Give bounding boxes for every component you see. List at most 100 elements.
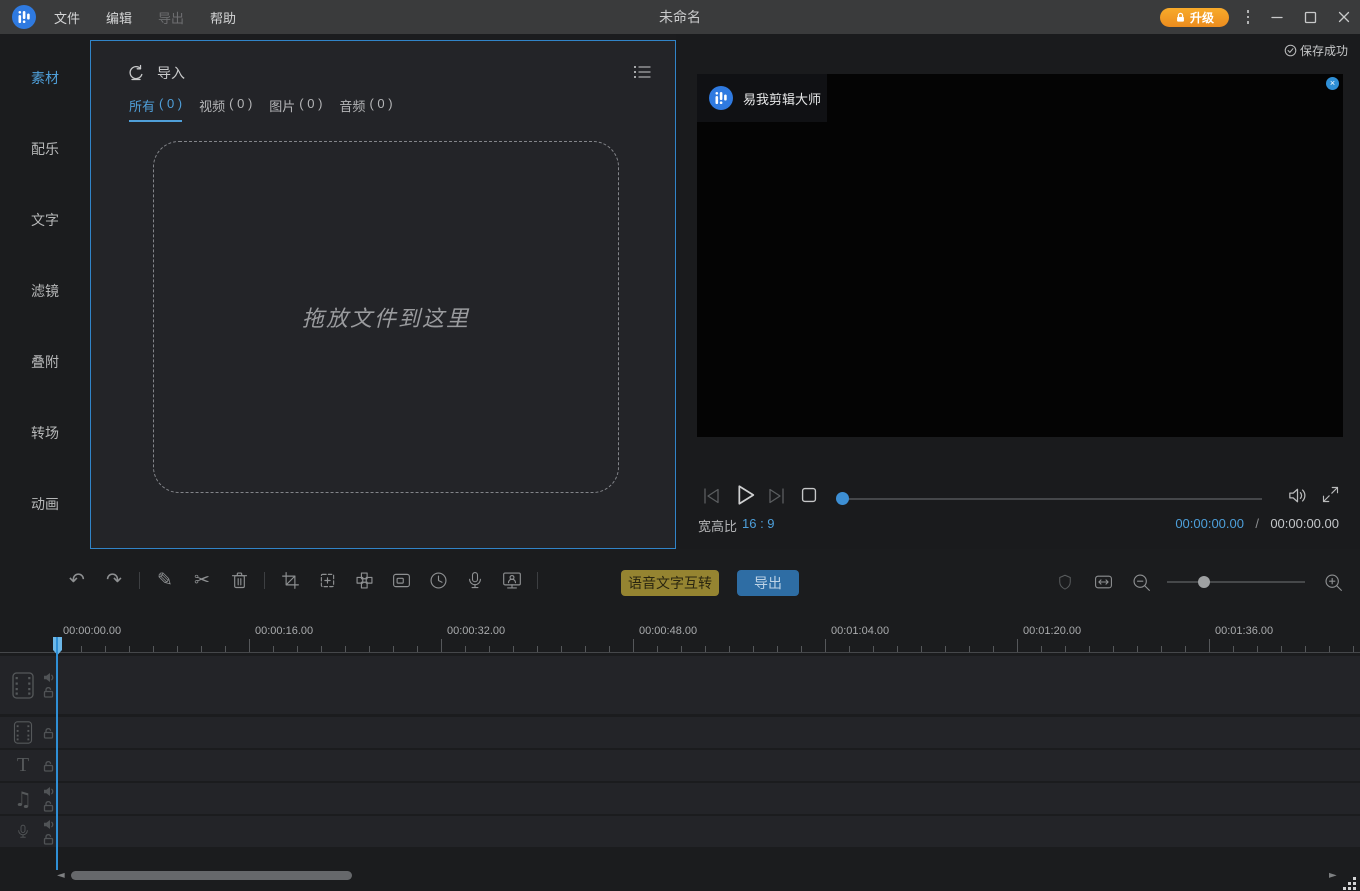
track-volume-icon[interactable] — [43, 672, 55, 683]
text-track[interactable]: T — [0, 750, 1360, 781]
tab-image[interactable]: 图片( 0 ) — [269, 96, 322, 122]
duration-clock-icon[interactable] — [426, 568, 450, 592]
track-lock-icon[interactable] — [43, 833, 54, 845]
close-button[interactable] — [1332, 6, 1356, 28]
export-button[interactable]: 导出 — [737, 570, 799, 596]
total-timecode: 00:00:00.00 — [1270, 516, 1339, 531]
zoom-frame-icon[interactable] — [315, 568, 339, 592]
track-lock-icon[interactable] — [43, 760, 54, 772]
tab-all[interactable]: 所有( 0 ) — [129, 96, 182, 122]
timeline-zoom-slider[interactable] — [1167, 581, 1305, 583]
voiceover-track-head — [10, 816, 56, 847]
playback-controls — [676, 476, 1360, 516]
ruler-label: 00:01:20.00 — [1023, 625, 1081, 637]
track-lock-icon[interactable] — [43, 686, 54, 698]
seek-handle[interactable] — [836, 492, 849, 505]
redo-icon[interactable]: ↷ — [102, 568, 126, 592]
text-track-head: T — [10, 750, 56, 781]
delete-trash-icon[interactable] — [227, 568, 251, 592]
file-dropzone[interactable]: 拖放文件到这里 — [153, 141, 619, 493]
scroll-left-icon[interactable]: ◄ — [57, 870, 65, 881]
film-icon — [10, 721, 36, 744]
cut-scissors-icon[interactable]: ✂ — [190, 568, 214, 592]
timecode-separator: / — [1255, 516, 1259, 531]
watermark: 易我剪辑大师 — [697, 74, 827, 122]
zoom-in-icon[interactable] — [1321, 570, 1345, 594]
fullscreen-icon[interactable] — [1320, 484, 1341, 505]
menu-help[interactable]: 帮助 — [204, 6, 242, 29]
volume-icon[interactable] — [1286, 484, 1309, 507]
toolbar-separator — [264, 572, 265, 589]
scroll-right-icon[interactable]: ► — [1329, 870, 1337, 881]
play-button[interactable] — [730, 481, 758, 509]
stop-button[interactable] — [798, 484, 820, 506]
next-frame-button[interactable] — [764, 484, 788, 508]
app-window: 文件 编辑 导出 帮助 未命名 升级 素材 配乐 文字 滤镜 叠附 — [0, 0, 1360, 891]
track-lock-icon[interactable] — [43, 800, 54, 812]
pip-track-head — [10, 717, 56, 748]
timeline-scrollbar[interactable] — [71, 871, 352, 880]
menu-edit[interactable]: 编辑 — [100, 6, 138, 29]
titlebar: 文件 编辑 导出 帮助 未命名 升级 — [0, 0, 1360, 34]
list-view-icon[interactable] — [632, 63, 652, 81]
sidebar-item-transitions[interactable]: 转场 — [0, 423, 90, 443]
minimize-button[interactable] — [1265, 6, 1289, 28]
edit-toolbar: ↶ ↷ ✎ ✂ — [0, 549, 1360, 612]
mosaic-icon[interactable] — [352, 568, 376, 592]
tab-video[interactable]: 视频( 0 ) — [199, 96, 252, 122]
sidebar-item-animation[interactable]: 动画 — [0, 494, 90, 514]
aspect-ratio-value[interactable]: 16 : 9 — [742, 516, 775, 531]
pip-video-track[interactable] — [0, 717, 1360, 748]
watermark-close-icon[interactable]: × — [1326, 77, 1339, 90]
microphone-icon — [10, 821, 36, 842]
aspect-ratio-label: 宽高比 — [698, 516, 737, 535]
track-volume-icon[interactable] — [43, 819, 55, 830]
preview-info-row: 宽高比 16 : 9 00:00:00.00 / 00:00:00.00 — [676, 512, 1360, 538]
video-viewport: 易我剪辑大师 × — [697, 74, 1343, 437]
crop-icon[interactable] — [278, 568, 302, 592]
fit-timeline-icon[interactable] — [1091, 570, 1115, 594]
maximize-button[interactable] — [1298, 6, 1322, 28]
ruler-label: 00:00:00.00 — [63, 625, 121, 637]
lock-icon — [1175, 12, 1186, 23]
import-button[interactable]: 导入 — [127, 63, 185, 83]
ruler-baseline — [0, 652, 1360, 653]
sidebar-item-text[interactable]: 文字 — [0, 210, 90, 230]
current-timecode: 00:00:00.00 — [1175, 516, 1244, 531]
ruler-label: 00:00:16.00 — [255, 625, 313, 637]
media-panel: 导入 所有( 0 ) 视频( 0 ) 图片( 0 ) 音频( 0 ) — [90, 40, 676, 549]
video-track[interactable] — [0, 656, 1360, 714]
sidebar-item-overlays[interactable]: 叠附 — [0, 352, 90, 372]
music-track-head: ♫ — [10, 783, 56, 814]
preview-panel: 保存成功 易我剪辑大师 × — [676, 34, 1360, 549]
previous-frame-button[interactable] — [700, 484, 724, 508]
edit-pencil-icon[interactable]: ✎ — [153, 568, 177, 592]
playhead-line[interactable] — [56, 637, 58, 870]
freeze-frame-icon[interactable] — [389, 568, 413, 592]
tab-audio[interactable]: 音频( 0 ) — [339, 96, 392, 122]
music-track[interactable]: ♫ — [0, 783, 1360, 814]
window-resize-grip[interactable] — [1342, 876, 1357, 891]
sidebar-item-media[interactable]: 素材 — [0, 68, 90, 88]
screen-record-icon[interactable] — [500, 568, 524, 592]
voiceover-track[interactable] — [0, 816, 1360, 847]
upgrade-button[interactable]: 升级 — [1160, 8, 1229, 27]
sidebar-item-music[interactable]: 配乐 — [0, 139, 90, 159]
speech-to-text-button[interactable]: 语音文字互转 — [621, 570, 719, 596]
save-status: 保存成功 — [1284, 42, 1348, 59]
track-lock-icon[interactable] — [43, 727, 54, 739]
marker-shield-icon[interactable] — [1053, 570, 1077, 594]
track-volume-icon[interactable] — [43, 786, 55, 797]
voiceover-mic-icon[interactable] — [463, 568, 487, 592]
music-note-icon: ♫ — [10, 787, 36, 811]
seek-bar[interactable] — [838, 498, 1262, 500]
ruler-label: 00:01:04.00 — [831, 625, 889, 637]
more-menu-button[interactable] — [1241, 7, 1255, 27]
zoom-out-icon[interactable] — [1129, 570, 1153, 594]
import-label: 导入 — [157, 63, 185, 83]
menu-file[interactable]: 文件 — [48, 6, 86, 29]
app-logo-icon — [11, 4, 37, 30]
undo-icon[interactable]: ↶ — [65, 568, 89, 592]
timeline-zoom-handle[interactable] — [1198, 576, 1210, 588]
sidebar-item-filters[interactable]: 滤镜 — [0, 281, 90, 301]
